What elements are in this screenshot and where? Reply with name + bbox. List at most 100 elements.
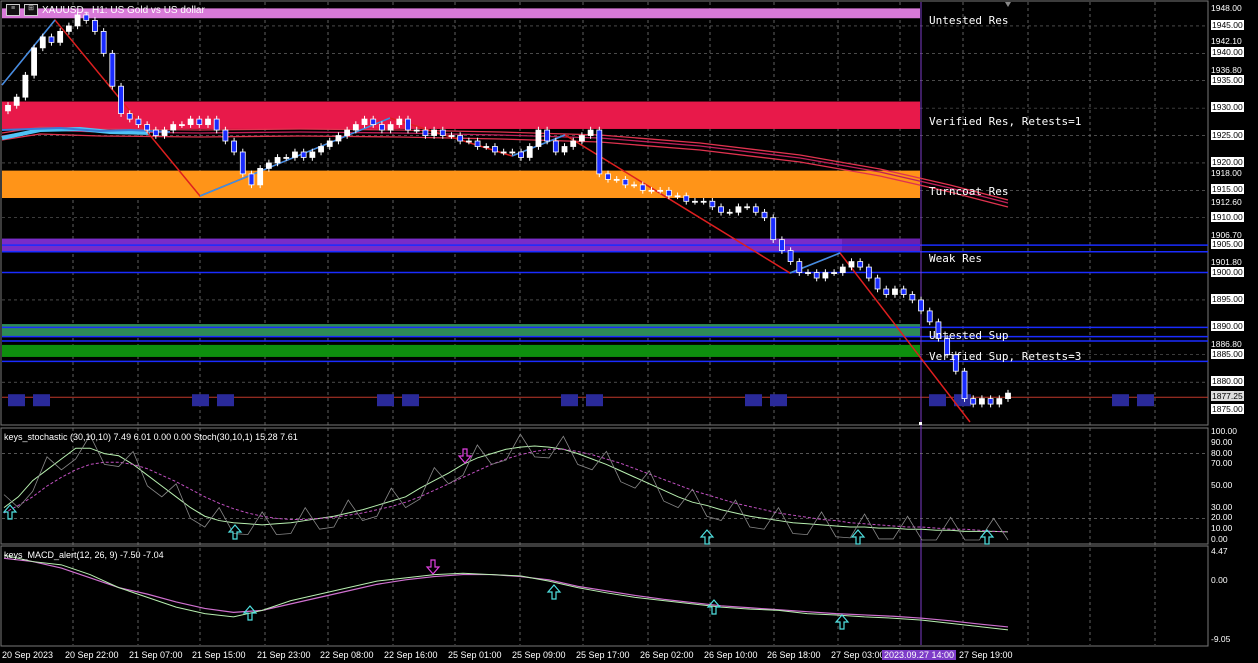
candle-body-75 (657, 189, 664, 192)
candle-body-104 (909, 294, 916, 301)
stochastic-tick: 50.00 (1211, 480, 1233, 490)
candle-body-90 (787, 250, 794, 262)
stochastic-tick: 20.00 (1211, 512, 1233, 523)
candle-body-6 (57, 31, 64, 43)
session-box-13 (1137, 394, 1154, 407)
candle-body-82 (718, 206, 724, 213)
candle-body-52 (457, 135, 464, 142)
session-box-7 (586, 394, 603, 407)
candle-body-35 (309, 151, 316, 158)
chart-menu-icon[interactable]: ≡ (6, 4, 20, 16)
candle-body-33 (292, 151, 298, 158)
candle-body-111 (970, 398, 977, 405)
candle-body-13 (118, 85, 124, 115)
candle-body-99 (865, 266, 872, 279)
price-tick: 1895.00 (1211, 293, 1244, 304)
candle-body-43 (379, 124, 385, 131)
candle-body-32 (283, 157, 290, 159)
candle-body-98 (857, 261, 864, 268)
price-tick: 1915.00 (1211, 184, 1244, 195)
candle-body-19 (170, 124, 177, 131)
candle-body-66 (579, 135, 585, 142)
time-tick: 25 Sep 09:00 (512, 650, 566, 660)
time-tick: 22 Sep 08:00 (320, 650, 374, 660)
candle-body-51 (448, 135, 455, 137)
chart-grid-icon[interactable]: ⊞ (24, 4, 38, 16)
chart-title-text: XAUUSD., H1: US Gold vs US dollar (42, 4, 205, 16)
price-tick: 1935.00 (1211, 74, 1244, 85)
price-tick: 1942.10 (1211, 35, 1242, 46)
zone-label-untested-res: Untested Res (929, 14, 1009, 27)
macd-tick: -9.05 (1211, 634, 1231, 644)
candle-body-26 (231, 140, 237, 153)
candle-body-76 (665, 189, 672, 197)
candle-body-87 (761, 211, 768, 219)
time-tick: 20 Sep 22:00 (65, 650, 119, 660)
stochastic-tick: 30.00 (1211, 501, 1233, 512)
candle-body-77 (674, 195, 681, 198)
price-tick: 1948.00 (1211, 3, 1242, 14)
cursor-marker-bottom (919, 422, 922, 425)
time-tick: 27 Sep 19:00 (959, 650, 1013, 660)
macd-panel-border (0, 545, 1209, 647)
candle-body-63 (552, 140, 559, 153)
price-tick: 1912.60 (1211, 197, 1242, 208)
candle-body-38 (335, 135, 342, 142)
price-tick: 1877.25 (1211, 391, 1244, 402)
candle-body-101 (883, 288, 890, 295)
candle-body-12 (109, 52, 116, 87)
stoch-sell-arrow (457, 448, 473, 464)
session-box-12 (1112, 394, 1129, 407)
candle-body-3 (31, 47, 37, 76)
candle-body-62 (544, 129, 551, 142)
candle-body-81 (709, 200, 716, 208)
candle-body-55 (483, 146, 490, 148)
candle-body-105 (918, 299, 924, 312)
candle-body-97 (848, 261, 855, 268)
zone-label-weak-res: Weak Res (929, 252, 982, 265)
stochastic-tick: 90.00 (1211, 436, 1233, 447)
zone-label-untested-sup: Untested Sup (929, 329, 1009, 342)
candle-body-110 (961, 370, 968, 399)
candle-body-58 (509, 151, 516, 154)
candle-body-21 (187, 118, 194, 125)
candle-body-59 (518, 151, 524, 158)
zone-turncoat-res (2, 170, 920, 199)
candle-body-86 (752, 206, 759, 213)
candle-body-18 (161, 129, 168, 136)
candle-body-47 (413, 129, 420, 132)
candle-body-70 (613, 178, 620, 181)
candle-body-39 (344, 129, 351, 136)
stochastic-panel-border (0, 427, 1209, 545)
stoch-signal-line (3, 448, 1009, 533)
price-tick: 1940.00 (1211, 47, 1244, 58)
price-tick: 1901.80 (1211, 256, 1242, 267)
candle-body-24 (213, 118, 220, 131)
chart-canvas[interactable] (0, 0, 1258, 663)
session-box-0 (8, 394, 25, 407)
candle-body-88 (770, 217, 777, 241)
candle-body-114 (996, 398, 1003, 405)
session-box-1 (33, 394, 50, 407)
session-box-6 (561, 394, 578, 407)
stoch-buy-arrow-1 (227, 524, 243, 540)
time-tick: 21 Sep 23:00 (257, 650, 311, 660)
time-tick: 21 Sep 15:00 (192, 650, 246, 660)
chart-title: ≡ ⊞ XAUUSD., H1: US Gold vs US dollar (6, 4, 205, 16)
price-tick: 1936.80 (1211, 64, 1242, 75)
stoch-fast-line (3, 433, 1009, 541)
session-box-10 (929, 394, 946, 407)
candle-body-34 (300, 151, 307, 158)
price-tick: 1918.00 (1211, 167, 1242, 178)
candle-body-103 (900, 288, 907, 295)
stochastic-tick: 80.00 (1211, 447, 1233, 458)
candle-body-89 (779, 239, 785, 252)
candle-body-8 (74, 14, 81, 27)
candle-body-95 (831, 272, 837, 274)
zone-label-verified-res: Verified Res, Retests=1 (929, 115, 1082, 128)
time-tick: 22 Sep 16:00 (384, 650, 438, 660)
time-tick: 2023.09.27 14:00 (882, 650, 957, 660)
stochastic-label: keys_stochastic (30,10,10) 7.49 6.01 0.0… (4, 432, 298, 442)
zone-label-verified-sup: Verified Sup, Retests=3 (929, 350, 1082, 363)
zigzag-blue-1 (1, 19, 56, 86)
